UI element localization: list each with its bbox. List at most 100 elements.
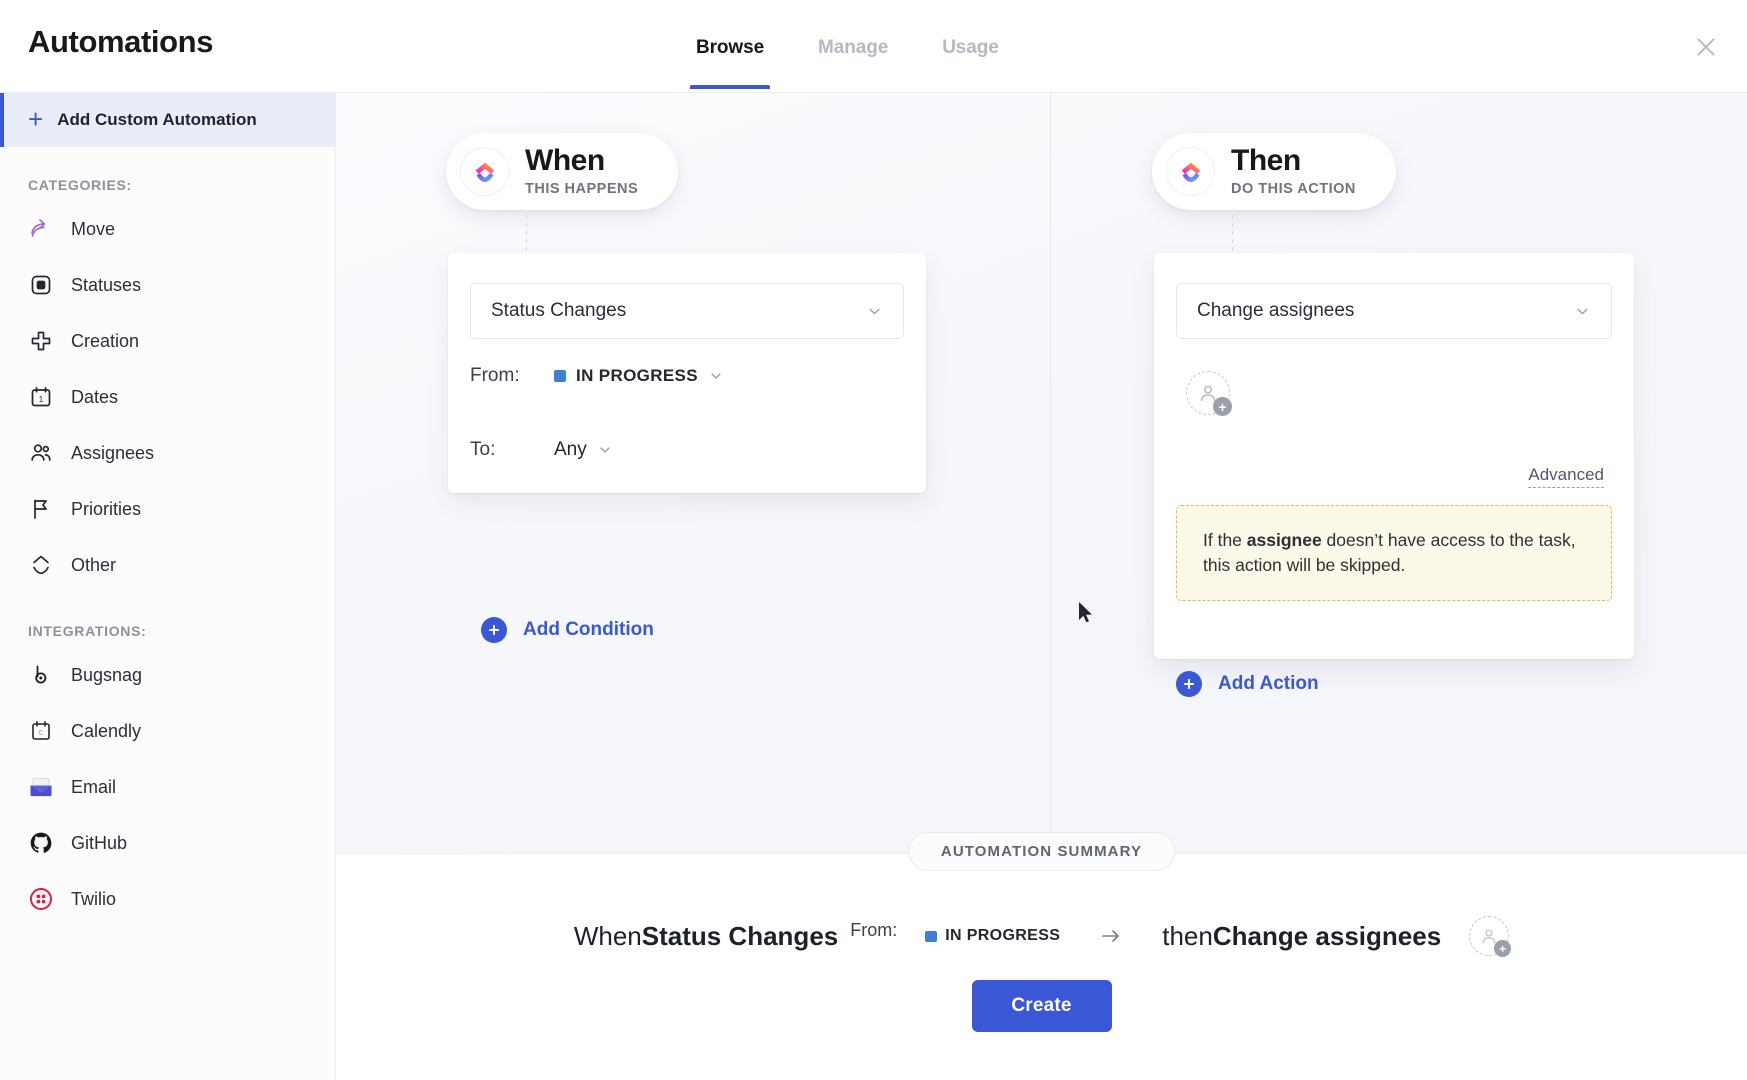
status-square-icon — [28, 272, 54, 298]
mouse-cursor — [1078, 601, 1094, 625]
automations-modal: Automations Browse Manage Usage + Add Cu… — [0, 0, 1747, 1080]
create-button[interactable]: Create — [971, 980, 1112, 1032]
then-pill-text: Then DO THIS ACTION — [1231, 144, 1356, 198]
sidebar-item-dates[interactable]: 1 Dates — [0, 369, 335, 425]
status-label: IN PROGRESS — [576, 366, 698, 385]
sidebar-item-label: Email — [71, 776, 117, 797]
integrations-section-label: INTEGRATIONS: — [28, 623, 147, 639]
then-action-card: Change assignees + Advanced If the assig… — [1154, 253, 1634, 659]
sidebar-item-label: Priorities — [71, 498, 142, 519]
chevron-down-icon — [1574, 303, 1591, 320]
sidebar-item-move[interactable]: Move — [0, 201, 335, 257]
sidebar-item-label: Other — [71, 554, 117, 575]
assignee-access-warning: If the assignee doesn’t have access to t… — [1176, 505, 1612, 601]
add-condition-button[interactable]: Add Condition — [481, 617, 654, 643]
sidebar-item-creation[interactable]: Creation — [0, 313, 335, 369]
tab-usage[interactable]: Usage — [936, 5, 1005, 89]
summary-then-word: then — [1162, 920, 1213, 951]
sidebar: + Add Custom Automation CATEGORIES: Move — [0, 93, 336, 1080]
when-subtitle: THIS HAPPENS — [525, 181, 639, 197]
github-icon — [28, 830, 54, 856]
trigger-select[interactable]: Status Changes — [470, 283, 904, 339]
condition-from-value[interactable]: IN PROGRESS — [554, 366, 724, 386]
warning-text: If the assignee doesn’t have access to t… — [1203, 530, 1576, 575]
summary-status: IN PROGRESS — [925, 927, 1060, 945]
status-color-swatch — [925, 930, 938, 942]
summary-when-word: When — [573, 920, 642, 951]
action-select[interactable]: Change assignees — [1176, 283, 1612, 339]
sidebar-item-label: Twilio — [71, 888, 117, 909]
chevron-down-icon — [597, 442, 613, 458]
when-trigger-card: Status Changes From: IN PROGRESS To: Any — [448, 253, 926, 493]
automation-summary-footer: AUTOMATION SUMMARY When Status Changes F… — [336, 832, 1747, 1080]
modal-header: Automations Browse Manage Usage — [0, 0, 1747, 93]
sidebar-item-label: Statuses — [71, 274, 142, 295]
sidebar-item-priorities[interactable]: Priorities — [0, 481, 335, 537]
plus-icon: + — [28, 104, 44, 134]
summary-from-label: From: — [850, 920, 898, 940]
condition-to-label: To: — [470, 439, 496, 460]
add-custom-automation-button[interactable]: + Add Custom Automation — [0, 93, 335, 147]
page-title: Automations — [28, 24, 214, 59]
when-pill: When THIS HAPPENS — [446, 133, 679, 210]
move-arrow-icon — [28, 216, 54, 242]
plus-cross-icon — [28, 328, 54, 354]
sidebar-item-email[interactable]: Email — [0, 759, 335, 815]
add-condition-label: Add Condition — [523, 619, 654, 640]
calendly-icon: C — [28, 718, 54, 744]
add-assignee-avatar-icon[interactable]: + — [1186, 371, 1232, 416]
sidebar-item-calendly[interactable]: C Calendly — [0, 703, 335, 759]
sidebar-item-github[interactable]: GitHub — [0, 815, 335, 871]
sidebar-item-twilio[interactable]: Twilio — [0, 871, 335, 927]
summary-arrow-icon — [1094, 924, 1128, 948]
sidebar-item-other[interactable]: Other — [0, 537, 335, 593]
tab-manage[interactable]: Manage — [812, 5, 894, 89]
warning-bold-term: assignee — [1246, 530, 1322, 550]
advanced-link[interactable]: Advanced — [1528, 465, 1604, 488]
twilio-icon — [28, 886, 54, 912]
close-icon[interactable] — [1687, 28, 1725, 66]
condition-to-text: Any — [554, 439, 587, 460]
plus-icon — [481, 617, 507, 643]
condition-row-to: To: Any — [448, 413, 926, 487]
plus-badge-icon: + — [1213, 397, 1232, 416]
categories-section-label: CATEGORIES: — [28, 177, 132, 193]
clickup-logo-icon — [460, 147, 509, 196]
add-action-button[interactable]: Add Action — [1176, 671, 1319, 697]
status-color-swatch — [554, 370, 566, 382]
sidebar-item-label: Assignees — [71, 442, 155, 463]
tab-bar: Browse Manage Usage — [690, 0, 1005, 93]
email-icon — [28, 774, 54, 800]
sidebar-item-statuses[interactable]: Statuses — [0, 257, 335, 313]
summary-sentence: When Status Changes From: IN PROGRESS th… — [336, 916, 1747, 957]
sidebar-item-label: Creation — [71, 330, 140, 351]
people-icon — [28, 440, 54, 466]
sidebar-item-bugsnag[interactable]: Bugsnag — [0, 647, 335, 703]
then-pill: Then DO THIS ACTION — [1152, 133, 1396, 210]
summary-action: Change assignees — [1212, 920, 1442, 951]
tab-browse[interactable]: Browse — [690, 5, 771, 89]
condition-row-from: From: IN PROGRESS — [448, 339, 926, 413]
then-title: Then — [1231, 144, 1301, 177]
plus-badge-icon: + — [1494, 940, 1512, 957]
action-select-value: Change assignees — [1197, 300, 1355, 321]
chevron-down-icon — [866, 303, 883, 320]
summary-chip: AUTOMATION SUMMARY — [907, 832, 1176, 871]
sidebar-item-label: Move — [71, 218, 116, 239]
condition-from-label: From: — [470, 365, 520, 386]
add-assignee-avatar-icon: + — [1469, 916, 1512, 957]
condition-to-value[interactable]: Any — [554, 439, 613, 461]
assignee-picker[interactable]: + — [1186, 371, 1232, 416]
flag-icon — [28, 496, 54, 522]
sidebar-item-label: Calendly — [71, 720, 142, 741]
clickup-logo-icon — [1166, 147, 1215, 196]
summary-assignee-avatar: + — [1469, 916, 1512, 957]
summary-status-label: IN PROGRESS — [945, 927, 1061, 944]
sidebar-item-label: GitHub — [71, 832, 128, 853]
sidebar-item-assignees[interactable]: Assignees — [0, 425, 335, 481]
trigger-select-value: Status Changes — [491, 300, 627, 321]
when-title: When — [525, 144, 605, 177]
then-subtitle: DO THIS ACTION — [1231, 181, 1356, 197]
sidebar-item-label: Dates — [71, 386, 119, 407]
add-action-label: Add Action — [1218, 673, 1319, 694]
